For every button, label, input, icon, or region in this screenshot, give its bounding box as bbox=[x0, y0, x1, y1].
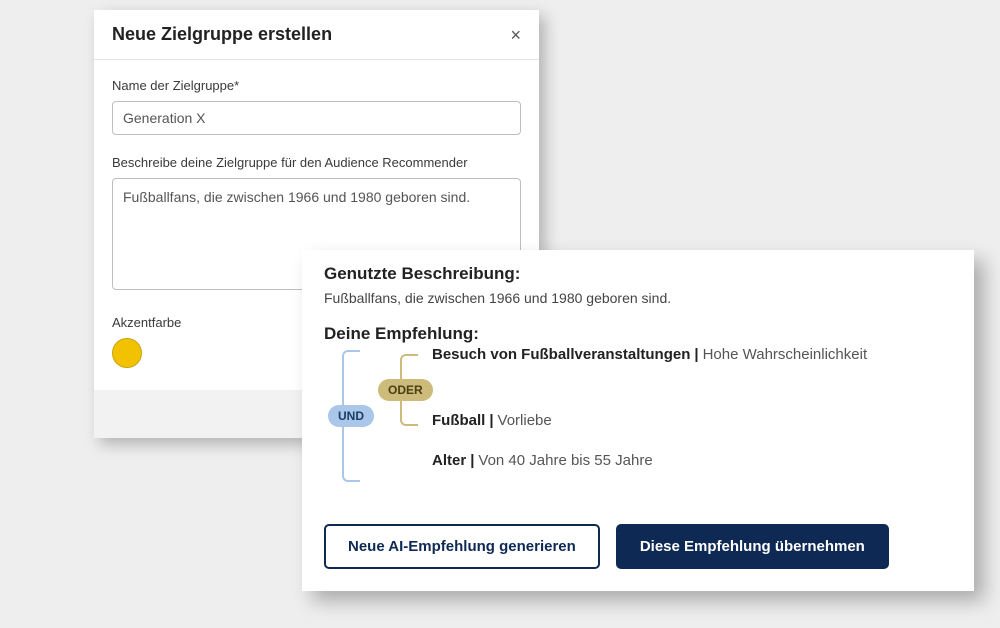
rule-row: Alter|Von 40 Jahre bis 55 Jahre bbox=[432, 452, 653, 469]
accent-color-swatch[interactable] bbox=[112, 338, 142, 368]
used-description-text: Fußballfans, die zwischen 1966 und 1980 … bbox=[324, 290, 952, 306]
recommendation-heading: Deine Empfehlung: bbox=[324, 324, 952, 344]
operator-and-pill: UND bbox=[328, 405, 374, 427]
close-icon[interactable]: × bbox=[510, 26, 521, 44]
rule-row: Fußball| Vorliebe bbox=[432, 412, 552, 429]
modal-title: Neue Zielgruppe erstellen bbox=[112, 24, 332, 45]
rule-attribute: Alter bbox=[432, 452, 466, 469]
rule-separator: | bbox=[470, 452, 474, 469]
audience-name-input[interactable] bbox=[112, 101, 521, 135]
modal-header: Neue Zielgruppe erstellen × bbox=[94, 10, 539, 60]
description-label: Beschreibe deine Zielgruppe für den Audi… bbox=[112, 155, 521, 170]
rule-value: Von 40 Jahre bis 55 Jahre bbox=[478, 452, 652, 469]
recommendation-panel: Genutzte Beschreibung: Fußballfans, die … bbox=[302, 250, 974, 591]
regenerate-recommendation-button[interactable]: Neue AI-Empfehlung generieren bbox=[324, 524, 600, 569]
rule-row: Besuch von Fußballveranstaltungen| Hohe W… bbox=[432, 346, 867, 363]
name-label: Name der Zielgruppe* bbox=[112, 78, 521, 93]
rule-value: Hohe Wahrscheinlichkeit bbox=[703, 346, 868, 363]
rule-tree: UND ODER Besuch von Fußballveranstaltung… bbox=[324, 350, 952, 482]
rule-value: Vorliebe bbox=[498, 412, 552, 429]
rule-separator: | bbox=[489, 412, 493, 429]
button-row: Neue AI-Empfehlung generieren Diese Empf… bbox=[324, 524, 952, 569]
name-field-block: Name der Zielgruppe* bbox=[112, 78, 521, 135]
accept-recommendation-button[interactable]: Diese Empfehlung übernehmen bbox=[616, 524, 889, 569]
used-description-heading: Genutzte Beschreibung: bbox=[324, 264, 952, 284]
rule-attribute: Fußball bbox=[432, 412, 485, 429]
rule-separator: | bbox=[694, 346, 698, 363]
rule-attribute: Besuch von Fußballveranstaltungen bbox=[432, 346, 690, 363]
operator-or-pill: ODER bbox=[378, 379, 433, 401]
